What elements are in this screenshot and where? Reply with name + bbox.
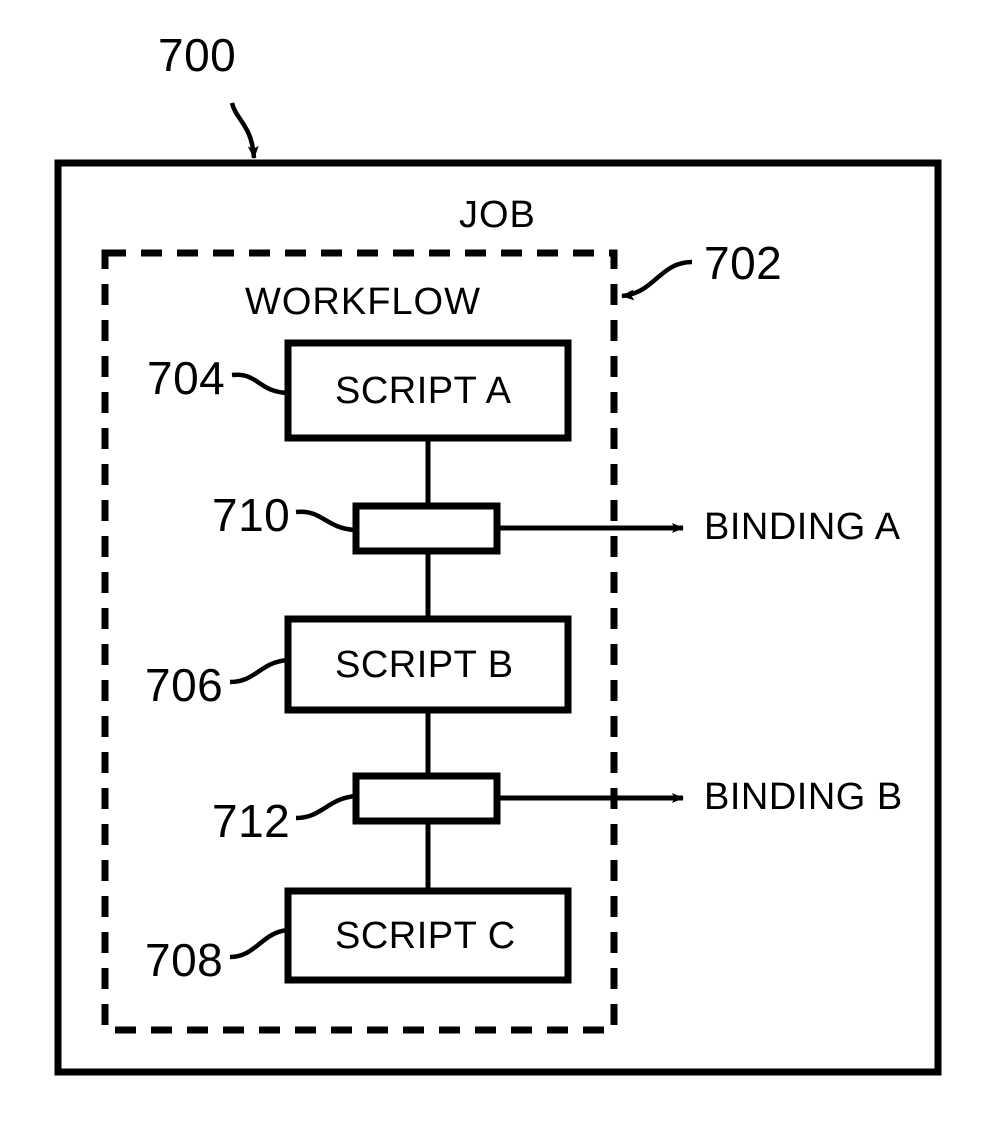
job-label: JOB [459, 194, 536, 236]
ref-number-706: 706 [145, 659, 224, 711]
patent-figure: 700 702 704 710 706 712 708 JOB WORKFLOW… [0, 0, 1000, 1138]
binding-node-b-box [352, 772, 501, 825]
ref-number-700: 700 [158, 29, 237, 81]
binding-b-label: BINDING B [704, 776, 903, 818]
ref-number-704: 704 [147, 352, 226, 404]
leader-702 [621, 259, 693, 301]
leader-710 [295, 509, 357, 533]
script-b-label: SCRIPT B [335, 644, 514, 686]
leader-708 [229, 927, 289, 960]
leader-712 [295, 793, 357, 821]
script-a-label: SCRIPT A [335, 370, 512, 412]
leader-704 [231, 372, 289, 396]
leader-700 [229, 102, 259, 159]
workflow-label: WORKFLOW [245, 281, 481, 323]
script-c-label: SCRIPT C [335, 915, 516, 957]
ref-number-710: 710 [212, 489, 291, 541]
binding-a-label: BINDING A [704, 506, 901, 548]
ref-number-712: 712 [212, 795, 291, 847]
ref-number-702: 702 [704, 237, 783, 289]
binding-node-a-box [352, 502, 501, 555]
ref-number-708: 708 [145, 934, 224, 986]
leader-706 [229, 657, 289, 685]
